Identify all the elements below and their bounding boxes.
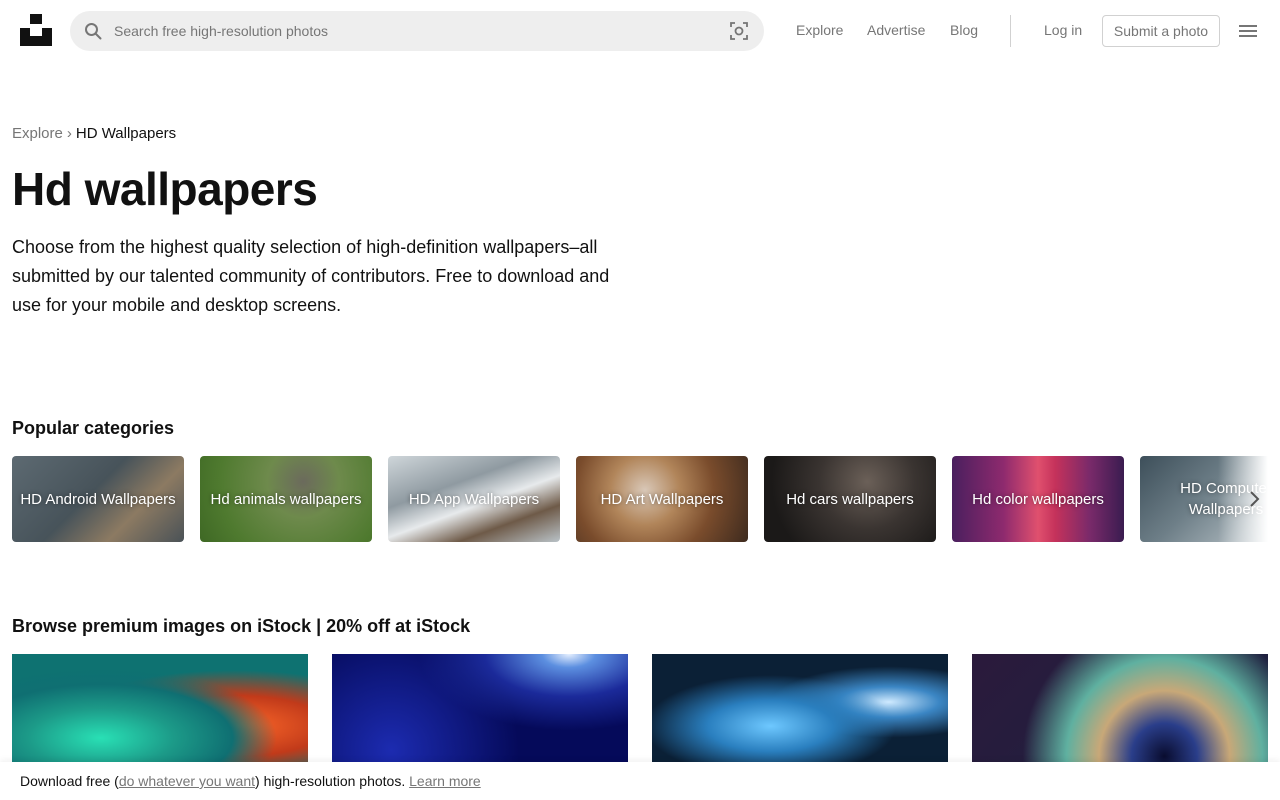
category-label: Hd animals wallpapers <box>210 490 362 508</box>
search-icon[interactable] <box>84 22 102 40</box>
category-label: Hd color wallpapers <box>972 490 1104 508</box>
istock-title-promo[interactable]: | 20% off at iStock <box>311 616 470 636</box>
category-card-android[interactable]: HD Android Wallpapers <box>12 456 184 542</box>
category-carousel: HD Android Wallpapers Hd animals wallpap… <box>12 456 1268 542</box>
submit-photo-button[interactable]: Submit a photo <box>1102 15 1220 47</box>
istock-image-1[interactable] <box>12 654 308 774</box>
learn-more-link[interactable]: Learn more <box>409 773 481 789</box>
header-divider <box>1010 15 1011 47</box>
bottom-banner: Download free (do whatever you want) hig… <box>0 762 1280 800</box>
category-label: HD Art Wallpapers <box>600 490 724 508</box>
popular-categories-title: Popular categories <box>12 418 175 438</box>
search-bar <box>70 11 764 51</box>
category-card-color[interactable]: Hd color wallpapers <box>952 456 1124 542</box>
category-card-app[interactable]: HD App Wallpapers <box>388 456 560 542</box>
breadcrumb: Explore › HD Wallpapers <box>12 125 176 142</box>
hamburger-menu-icon[interactable] <box>1238 22 1258 40</box>
top-header: Explore Advertise Blog Log in Submit a p… <box>0 0 1280 62</box>
nav-advertise[interactable]: Advertise <box>867 22 925 38</box>
page-description: Choose from the highest quality selectio… <box>12 237 610 315</box>
istock-title-bold[interactable]: Browse premium images on iStock <box>12 616 311 636</box>
search-input[interactable] <box>114 11 714 51</box>
category-label: HD Android Wallpapers <box>20 490 176 508</box>
breadcrumb-current: HD Wallpapers <box>75 125 177 142</box>
category-label: HD App Wallpapers <box>408 490 540 508</box>
chevron-right-icon[interactable] <box>1244 488 1264 510</box>
category-card-art[interactable]: HD Art Wallpapers <box>576 456 748 542</box>
visual-search-icon[interactable] <box>730 22 748 40</box>
unsplash-logo-icon[interactable] <box>20 14 52 46</box>
breadcrumb-separator: › <box>66 125 72 142</box>
nav-blog[interactable]: Blog <box>950 22 978 38</box>
login-link[interactable]: Log in <box>1044 22 1082 38</box>
category-card-animals[interactable]: Hd animals wallpapers <box>200 456 372 542</box>
breadcrumb-explore[interactable]: Explore <box>12 125 63 142</box>
license-link[interactable]: do whatever you want <box>119 773 255 789</box>
istock-image-2[interactable] <box>332 654 628 774</box>
banner-prefix: Download free ( <box>20 773 119 789</box>
category-card-cars[interactable]: Hd cars wallpapers <box>764 456 936 542</box>
istock-image-3[interactable] <box>652 654 948 774</box>
banner-suffix: ) high-resolution photos. <box>255 773 406 789</box>
istock-section-title: Browse premium images on iStock | 20% of… <box>12 616 470 637</box>
page-title: Hd wallpapers <box>12 163 318 215</box>
nav-explore[interactable]: Explore <box>796 22 843 38</box>
category-label: Hd cars wallpapers <box>786 490 914 508</box>
banner-text: Download free (do whatever you want) hig… <box>20 773 481 789</box>
istock-image-4[interactable] <box>972 654 1268 774</box>
